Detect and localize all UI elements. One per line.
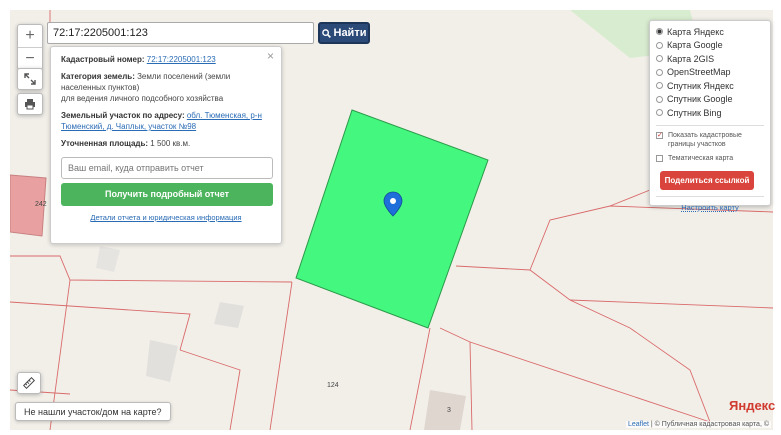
get-report-button[interactable]: Получить подробный отчет xyxy=(61,183,273,206)
parcel-info-panel: × Кадастровый номер: 72:17:2205001:123 К… xyxy=(50,46,282,244)
share-link-button[interactable]: Поделиться ссылкой xyxy=(660,170,754,190)
report-details-link[interactable]: Детали отчета и юридическая информация xyxy=(61,212,271,223)
layer-radio[interactable] xyxy=(656,95,663,103)
layer-option-label: Карта Google xyxy=(667,40,723,51)
zoom-control: + − xyxy=(17,24,43,70)
layer-option-label: OpenStreetMap xyxy=(667,67,731,78)
layer-option[interactable]: Карта 2GIS xyxy=(656,52,764,66)
find-button[interactable]: Найти xyxy=(318,22,370,44)
zoom-in-button[interactable]: + xyxy=(18,25,42,47)
land-category-label: Категория земель: xyxy=(61,72,135,81)
layer-list: Карта Яндекс Карта Google Карта 2GIS OpenSt… xyxy=(656,25,764,120)
layer-radio[interactable] xyxy=(656,55,663,63)
setup-map-link[interactable]: Настроить карту xyxy=(656,203,764,212)
show-cadastral-toggle[interactable]: ✓ Показать кадастровые границы участков xyxy=(656,131,764,149)
cadastral-number-label: Кадастровый номер: xyxy=(61,55,145,64)
layer-radio[interactable] xyxy=(656,41,663,49)
layer-radio[interactable] xyxy=(656,68,663,76)
layer-option[interactable]: Карта Google xyxy=(656,39,764,53)
zoom-out-button[interactable]: − xyxy=(18,47,42,69)
ruler-icon xyxy=(23,377,35,389)
thematic-map-checkbox[interactable] xyxy=(656,154,663,162)
layer-option[interactable]: Спутник Bing xyxy=(656,106,764,120)
cadastral-search-input[interactable] xyxy=(47,22,314,44)
area-value: 1 500 кв.м. xyxy=(150,139,191,148)
divider xyxy=(656,124,764,126)
map-label-242: 242 xyxy=(35,201,47,208)
land-category-row: Категория земель: Земли поселений (земли… xyxy=(61,71,271,104)
search-bar: Найти xyxy=(47,22,370,44)
area-row: Уточненная площадь: 1 500 кв.м. xyxy=(61,138,271,149)
attribution-text: | © Публичная кадастровая карта, © xyxy=(650,421,769,428)
layer-radio[interactable] xyxy=(656,109,663,117)
area-label: Уточненная площадь: xyxy=(61,139,149,148)
zoom-out-icon: − xyxy=(25,50,35,67)
find-button-label: Найти xyxy=(333,27,367,39)
layer-option-label: Спутник Яндекс xyxy=(667,80,734,91)
address-row: Земельный участок по адресу: обл. Тюменс… xyxy=(61,110,271,132)
fullscreen-icon xyxy=(24,73,36,85)
layer-option[interactable]: Карта Яндекс xyxy=(656,25,764,39)
layer-radio[interactable] xyxy=(656,28,663,36)
layer-option[interactable]: Спутник Google xyxy=(656,93,764,107)
cadastral-number-row: Кадастровый номер: 72:17:2205001:123 xyxy=(61,54,271,65)
thematic-map-toggle[interactable]: Тематическая карта xyxy=(656,154,764,163)
show-cadastral-checkbox[interactable]: ✓ xyxy=(656,131,663,139)
not-found-button[interactable]: Не нашли участок/дом на карте? xyxy=(15,402,171,421)
land-use-value: для ведения личного подсобного хозяйства xyxy=(61,94,224,103)
print-button[interactable] xyxy=(17,93,43,115)
layer-option[interactable]: OpenStreetMap xyxy=(656,66,764,80)
layer-option[interactable]: Спутник Яндекс xyxy=(656,79,764,93)
layer-option-label: Спутник Bing xyxy=(667,107,722,118)
email-field[interactable] xyxy=(61,157,273,179)
layer-radio[interactable] xyxy=(656,82,663,90)
layer-option-label: Карта Яндекс xyxy=(667,26,724,37)
leaflet-link[interactable]: Leaflet xyxy=(628,421,649,428)
yandex-logo: Яндекс xyxy=(729,398,776,413)
map-label-124: 124 xyxy=(327,382,339,389)
map-label-3: 3 xyxy=(447,407,451,414)
address-label: Земельный участок по адресу: xyxy=(61,111,185,120)
cadastral-number-link[interactable]: 72:17:2205001:123 xyxy=(147,55,216,64)
layer-option-label: Карта 2GIS xyxy=(667,53,715,64)
divider xyxy=(656,195,764,197)
layer-switcher: Карта Яндекс Карта Google Карта 2GIS OpenSt… xyxy=(649,20,771,212)
search-icon xyxy=(321,28,331,38)
print-icon xyxy=(25,99,35,110)
layer-option-label: Спутник Google xyxy=(667,94,733,105)
measure-button[interactable] xyxy=(17,372,41,394)
fullscreen-button[interactable] xyxy=(17,68,43,90)
map-attribution: Leaflet | © Публичная кадастровая карта,… xyxy=(625,421,771,428)
close-icon[interactable]: × xyxy=(267,50,274,62)
thematic-map-label: Тематическая карта xyxy=(668,154,734,162)
show-cadastral-label: Показать кадастровые границы участков xyxy=(668,131,742,148)
zoom-in-icon: + xyxy=(25,27,35,44)
